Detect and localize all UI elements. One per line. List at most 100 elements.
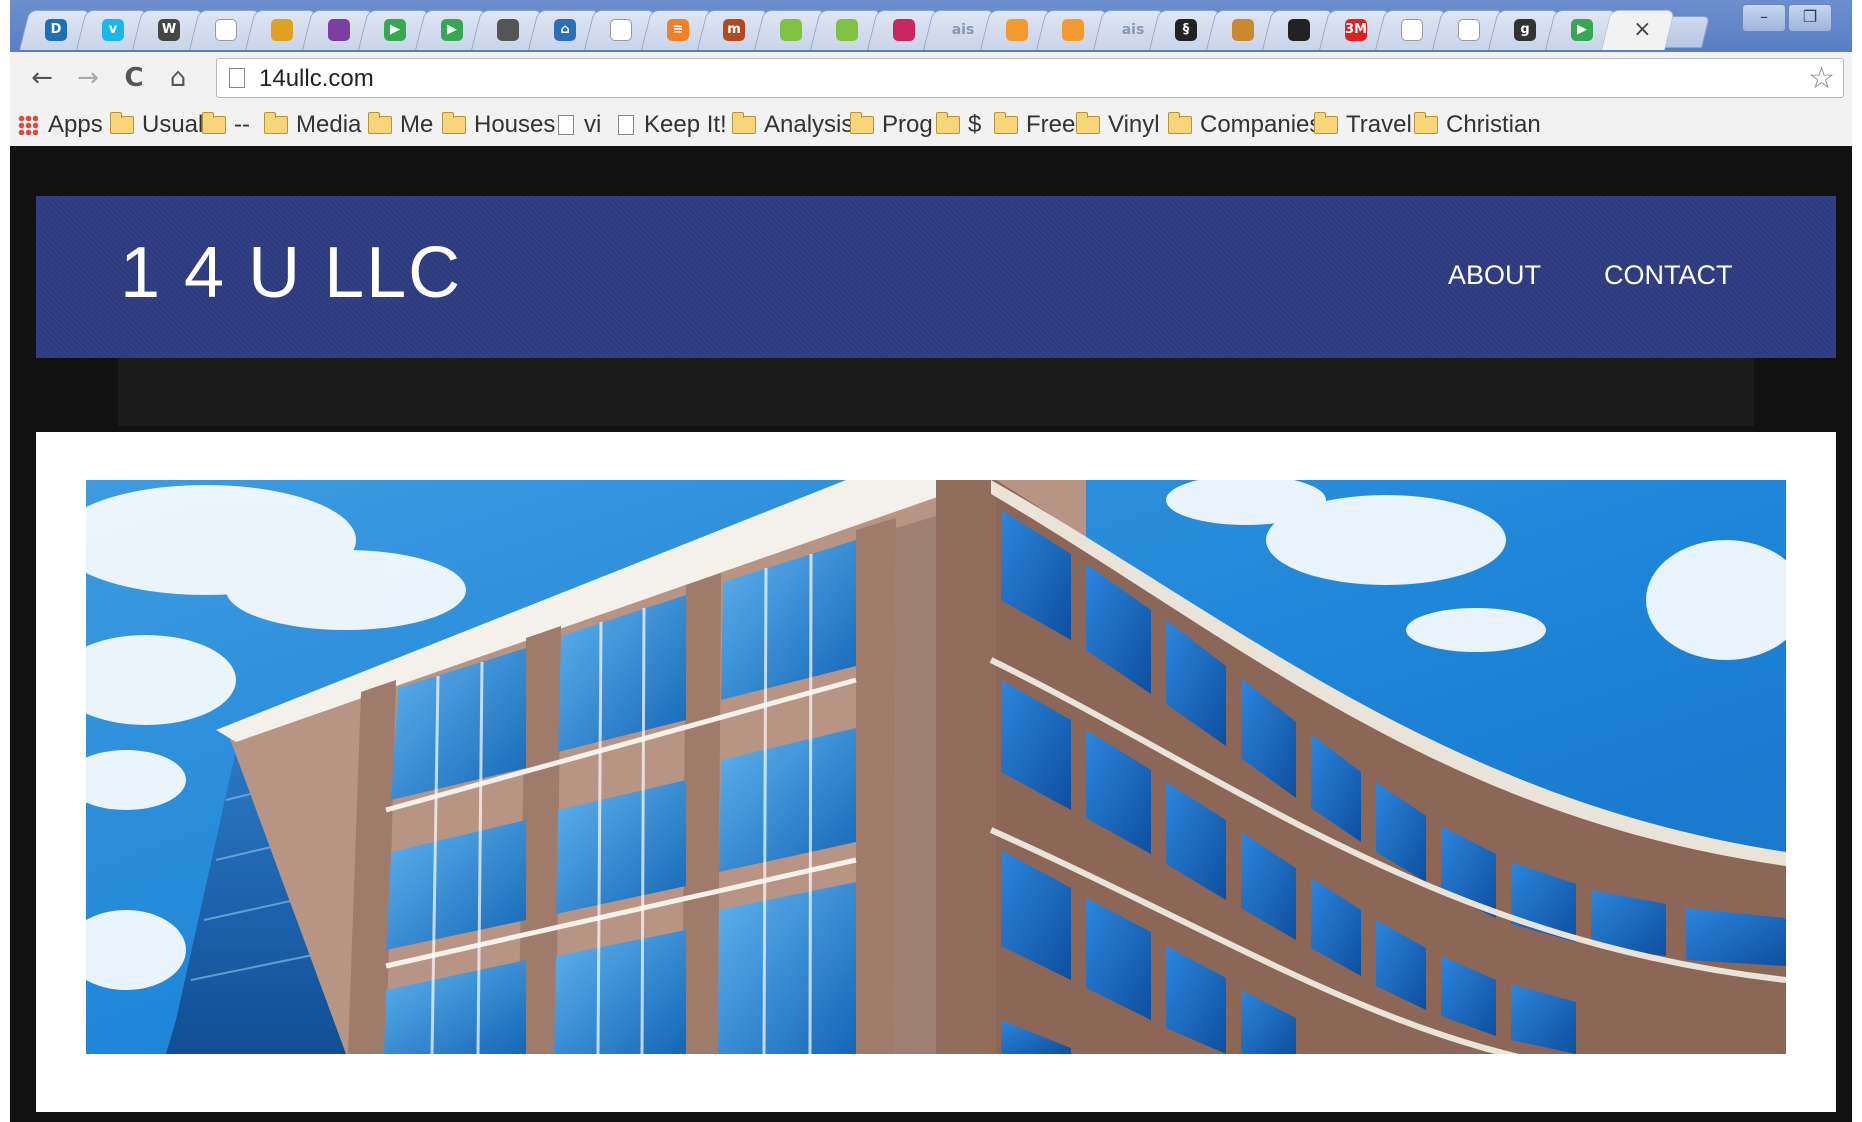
bookmark-label: Apps [48,111,103,138]
reload-icon: C [124,63,144,93]
tab-strip: – ❐ Dv W ▶ ▶ ⌂ ≡ m ais ais § 3M g ▶ × [10,0,1852,52]
bookmark-label: vi [584,111,602,138]
home-button[interactable]: ⌂ [160,60,196,96]
vimeo-icon: v [101,19,124,41]
folder-icon [202,112,226,134]
bookmarks-bar: Apps Usual -- Media Me Houses vi Keep It! Analys… [10,104,1852,147]
forward-arrow-icon: → [77,63,99,93]
restore-button[interactable]: ❐ [1788,4,1832,32]
ais-icon: ais [951,22,975,38]
play-store-icon: ▶ [440,19,463,41]
bookmark-page[interactable]: Keep It! [618,110,727,140]
folder-icon [1076,112,1100,134]
browser-toolbar: ← → C ⌂ 14ullc.com ☆ [10,52,1852,104]
bookmark-folder[interactable]: $ [936,110,981,140]
leaf-icon [836,19,858,41]
nav-contact-link[interactable]: CONTACT [1604,260,1733,291]
bookmark-label: Usual [142,111,204,138]
g-icon: g [1514,19,1536,41]
3m-icon: 3M [1344,19,1367,41]
bookmark-folder[interactable]: Analysis [732,110,853,140]
bookmark-label: Media [296,111,362,138]
bookmark-label: Prog [882,111,933,138]
minimize-icon: – [1760,7,1768,26]
folder-icon [936,112,960,134]
page-icon [229,68,245,88]
active-browser-tab[interactable]: × [1601,10,1675,50]
person-icon [1231,19,1254,41]
bookmark-folder[interactable]: Media [264,110,361,140]
books-icon: m [723,19,745,41]
back-button[interactable]: ← [24,60,60,96]
forward-button[interactable]: → [70,60,106,96]
address-bar[interactable]: 14ullc.com ☆ [216,58,1844,98]
feather-icon [892,19,915,41]
bookmark-label: Companies [1200,111,1322,138]
site-header: 1 4 U LLC ABOUT CONTACT [36,196,1836,358]
bookmark-page[interactable]: vi [558,110,601,140]
bookmark-folder[interactable]: Usual [110,110,203,140]
reload-button[interactable]: C [116,60,152,96]
bars-icon [271,19,293,41]
bookmark-label: Keep It! [644,111,727,138]
orange-rings-icon [1005,19,1028,41]
bookmark-folder[interactable]: Houses [442,110,555,140]
apps-grid-icon [18,115,38,135]
bookmark-folder[interactable]: Prog [850,110,933,140]
wordpress-icon: W [158,19,180,41]
document-icon [1457,19,1480,41]
folder-icon [994,112,1018,134]
folder-icon [442,112,466,134]
folder-icon [368,112,392,134]
bookmark-label: Houses [474,111,556,138]
bookmark-label: $ [968,111,982,138]
blank-icon [1401,19,1423,41]
bookmark-label: Free [1026,111,1076,138]
restore-icon: ❐ [1802,7,1818,26]
folder-icon [732,112,756,134]
bookmark-label: Vinyl [1108,111,1160,138]
drupal-icon: D [45,19,67,41]
folder-icon [110,112,134,134]
folder-icon [850,112,874,134]
folder-icon [1168,112,1192,134]
bookmark-folder[interactable]: Companies [1168,110,1321,140]
spiral-icon: § [1175,19,1197,41]
bookmark-folder[interactable]: Christian [1414,110,1541,140]
minimize-button[interactable]: – [1742,4,1786,32]
header-shadow-bar [118,358,1754,426]
bookmark-label: Christian [1446,111,1541,138]
bookmark-label: Travel [1346,111,1412,138]
page-icon [618,115,634,135]
browser-chrome: – ❐ Dv W ▶ ▶ ⌂ ≡ m ais ais § 3M g ▶ × ← → C ⌂ 14ullc.… [10,0,1852,147]
play-store-icon: ▶ [384,19,406,41]
close-tab-icon[interactable]: × [1633,17,1651,42]
bookmark-apps[interactable]: Apps [18,110,103,140]
content-box [36,432,1836,1112]
stack-overflow-icon: ≡ [666,19,689,41]
bookmark-folder[interactable]: Vinyl [1076,110,1160,140]
folder-icon [264,112,288,134]
document-icon [610,19,632,41]
site-title[interactable]: 1 4 U LLC [120,232,462,314]
home-icon: ⌂ [553,19,576,41]
github-icon [1288,19,1310,41]
bookmark-folder[interactable]: -- [202,110,250,140]
document-icon [214,19,237,41]
page-viewport: 1 4 U LLC ABOUT CONTACT [10,146,1852,1122]
bookmark-folder[interactable]: Me [368,110,433,140]
bookmark-star-icon[interactable]: ☆ [1808,61,1835,96]
play-store-icon: ▶ [1570,19,1593,41]
bookmark-label: Me [400,111,434,138]
bookmark-folder[interactable]: Free [994,110,1075,140]
github-cat-icon [497,19,519,41]
orange-rings-icon [1062,19,1084,41]
home-icon: ⌂ [169,63,187,93]
url-text[interactable]: 14ullc.com [259,65,374,93]
leaf-icon [779,19,802,41]
page-icon [558,115,574,135]
nav-about-link[interactable]: ABOUT [1448,260,1541,291]
folder-icon [1314,112,1338,134]
folder-icon [1414,112,1438,134]
bookmark-folder[interactable]: Travel [1314,110,1412,140]
